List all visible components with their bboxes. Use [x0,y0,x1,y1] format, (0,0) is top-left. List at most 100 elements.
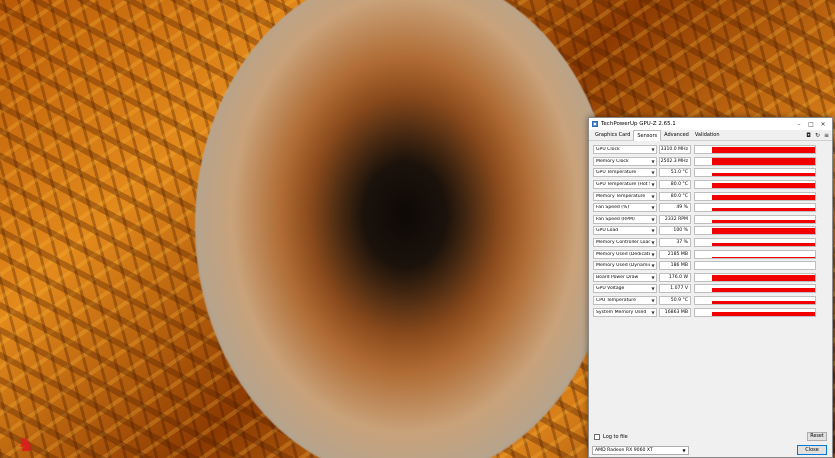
chevron-down-icon: ▼ [651,309,655,315]
tab-advanced[interactable]: Advanced [661,130,692,141]
sensor-name-dropdown[interactable]: CPU Temperature ▼ [593,296,657,306]
sensor-name: Board Power Draw [596,274,639,280]
sensor-name: Memory Clock [596,158,629,164]
sensor-name-dropdown[interactable]: GPU Voltage ▼ [593,284,657,294]
chevron-down-icon: ▼ [651,286,655,292]
sensor-graph-fill [711,194,815,200]
sensor-row: GPU Voltage ▼ 1.077 V [593,283,829,295]
sensor-graph-fill [711,227,815,235]
chevron-down-icon: ▼ [651,205,655,211]
chevron-down-icon: ▼ [651,240,655,246]
reset-button[interactable]: Reset [807,432,827,441]
sensor-name: Memory Used (Dedicated) [596,251,650,257]
sensor-value: 2332 RPM [659,214,691,224]
sensor-name: GPU Clock [596,147,620,153]
tab-bar: Graphics Card Sensors Advanced Validatio… [589,129,832,141]
sensor-graph-fill [711,183,815,189]
close-icon[interactable]: ✕ [817,121,829,128]
sensor-graph-fill [711,158,815,165]
sensor-graph [694,238,816,248]
sensor-graph [694,249,816,259]
log-to-file-option[interactable]: Log to file [594,434,628,440]
sensor-name: Fan Speed (%) [596,205,630,211]
tab-sensors[interactable]: Sensors [633,129,662,141]
sensor-graph-fill [711,219,815,223]
chevron-down-icon: ▼ [651,170,655,176]
chevron-down-icon: ▼ [651,158,655,164]
menu-icon[interactable]: ≡ [824,132,829,139]
refresh-icon[interactable]: ↻ [815,132,820,139]
sensor-name-dropdown[interactable]: Memory Clock ▼ [593,156,657,166]
sensor-value: 80.0 °C [659,180,691,190]
sensor-name-dropdown[interactable]: Memory Temperature ▼ [593,191,657,201]
sensor-row: GPU Temperature (Hot Spot)▼80.0 °C [593,179,829,191]
log-to-file-checkbox[interactable] [594,434,600,440]
sensor-name-dropdown[interactable]: GPU Load ▼ [593,226,657,236]
sensor-name: GPU Temperature [596,170,637,176]
wallpaper-eye-image [195,0,615,458]
sensor-name-dropdown[interactable]: GPU Temperature (Hot Spot)▼ [593,180,657,190]
sensor-name: CPU Temperature [596,298,636,304]
window-title: TechPowerUp GPU-Z 2.65.1 [601,121,676,127]
sensor-name: Fan Speed (RPM) [596,216,635,222]
gpu-z-window: ▣ TechPowerUp GPU-Z 2.65.1 – □ ✕ Graphic… [588,117,833,458]
sensor-graph [694,203,816,213]
chevron-down-icon: ▼ [682,448,686,453]
title-bar[interactable]: ▣ TechPowerUp GPU-Z 2.65.1 – □ ✕ [589,118,832,130]
sensor-name-dropdown[interactable]: Memory Used (Dynamic) ▼ [593,261,657,271]
sensor-graph-fill [711,243,815,247]
sensor-value: 186 MB [659,261,691,271]
close-button[interactable]: Close [797,445,827,455]
sensor-value: 176.0 W [659,272,691,282]
sensor-name-dropdown[interactable]: Fan Speed (%) ▼ [593,203,657,213]
sensor-row: GPU Temperature ▼ 51.0 °C [593,167,829,179]
gpu-select-dropdown[interactable]: AMD Radeon RX 9060 XT ▼ [592,446,689,455]
sensor-row: Fan Speed (%) ▼ 49 % [593,202,829,214]
sensor-name: GPU Temperature (Hot Spot) [596,182,650,188]
sensor-graph [694,168,816,178]
gpu-select-value: AMD Radeon RX 9060 XT [595,448,653,453]
sensor-value: 49 % [659,203,691,213]
sensor-name: GPU Voltage [596,286,625,292]
sensor-value: 51.0 °C [659,168,691,178]
sensor-name-dropdown[interactable]: Fan Speed (RPM) ▼ [593,214,657,224]
sensor-name-dropdown[interactable]: Memory Used (Dedicated)▼ [593,249,657,259]
minimize-icon[interactable]: – [793,121,805,128]
sensor-graph [694,191,816,201]
sensor-name-dropdown[interactable]: GPU Temperature ▼ [593,168,657,178]
sensor-name-dropdown[interactable]: Memory Controller Load ▼ [593,238,657,248]
sensor-row: Fan Speed (RPM) ▼ 2332 RPM [593,214,829,226]
sensor-row: GPU Clock ▼ 3310.0 MHz [593,144,829,156]
sensor-row: Memory Used (Dynamic) ▼ 186 MB [593,260,829,272]
tab-graphics-card[interactable]: Graphics Card [592,130,633,141]
sensor-graph-fill [711,274,815,281]
sensor-row: Memory Used (Dedicated)▼2185 MB [593,248,829,260]
sensor-name-dropdown[interactable]: GPU Clock ▼ [593,145,657,155]
sensor-name: Memory Used (Dynamic) [596,263,650,269]
chevron-down-icon: ▼ [651,228,655,234]
chevron-down-icon: ▼ [651,263,655,269]
sensor-name-dropdown[interactable]: Board Power Draw ▼ [593,272,657,282]
sensor-row: CPU Temperature ▼ 50.9 °C [593,295,829,307]
sensor-value: 1.077 V [659,284,691,294]
sensor-graph [694,156,816,166]
sensor-row: Memory Temperature ▼ 80.0 °C [593,190,829,202]
sensor-value: 2502.3 MHz [659,156,691,166]
taskbar-logo-icon[interactable]: ♞ [12,432,40,456]
sensor-name-dropdown[interactable]: System Memory Used ▼ [593,307,657,317]
sensor-graph [694,145,816,155]
maximize-icon[interactable]: □ [805,121,817,128]
gpu-z-icon: ▣ [592,121,598,127]
sensor-value: 16863 MB [659,307,691,317]
tab-validation[interactable]: Validation [692,130,723,141]
sensor-graph [694,261,816,271]
sensor-name: Memory Controller Load [596,240,650,246]
sensor-graph [694,272,816,282]
sensor-graph-fill [711,207,815,212]
sensor-graph [694,307,816,317]
sensor-graph-fill [711,256,815,258]
chevron-down-icon: ▼ [651,251,655,257]
camera-icon[interactable]: ◘ [806,132,811,139]
sensor-value: 37 % [659,238,691,248]
sensor-value: 2185 MB [659,249,691,259]
